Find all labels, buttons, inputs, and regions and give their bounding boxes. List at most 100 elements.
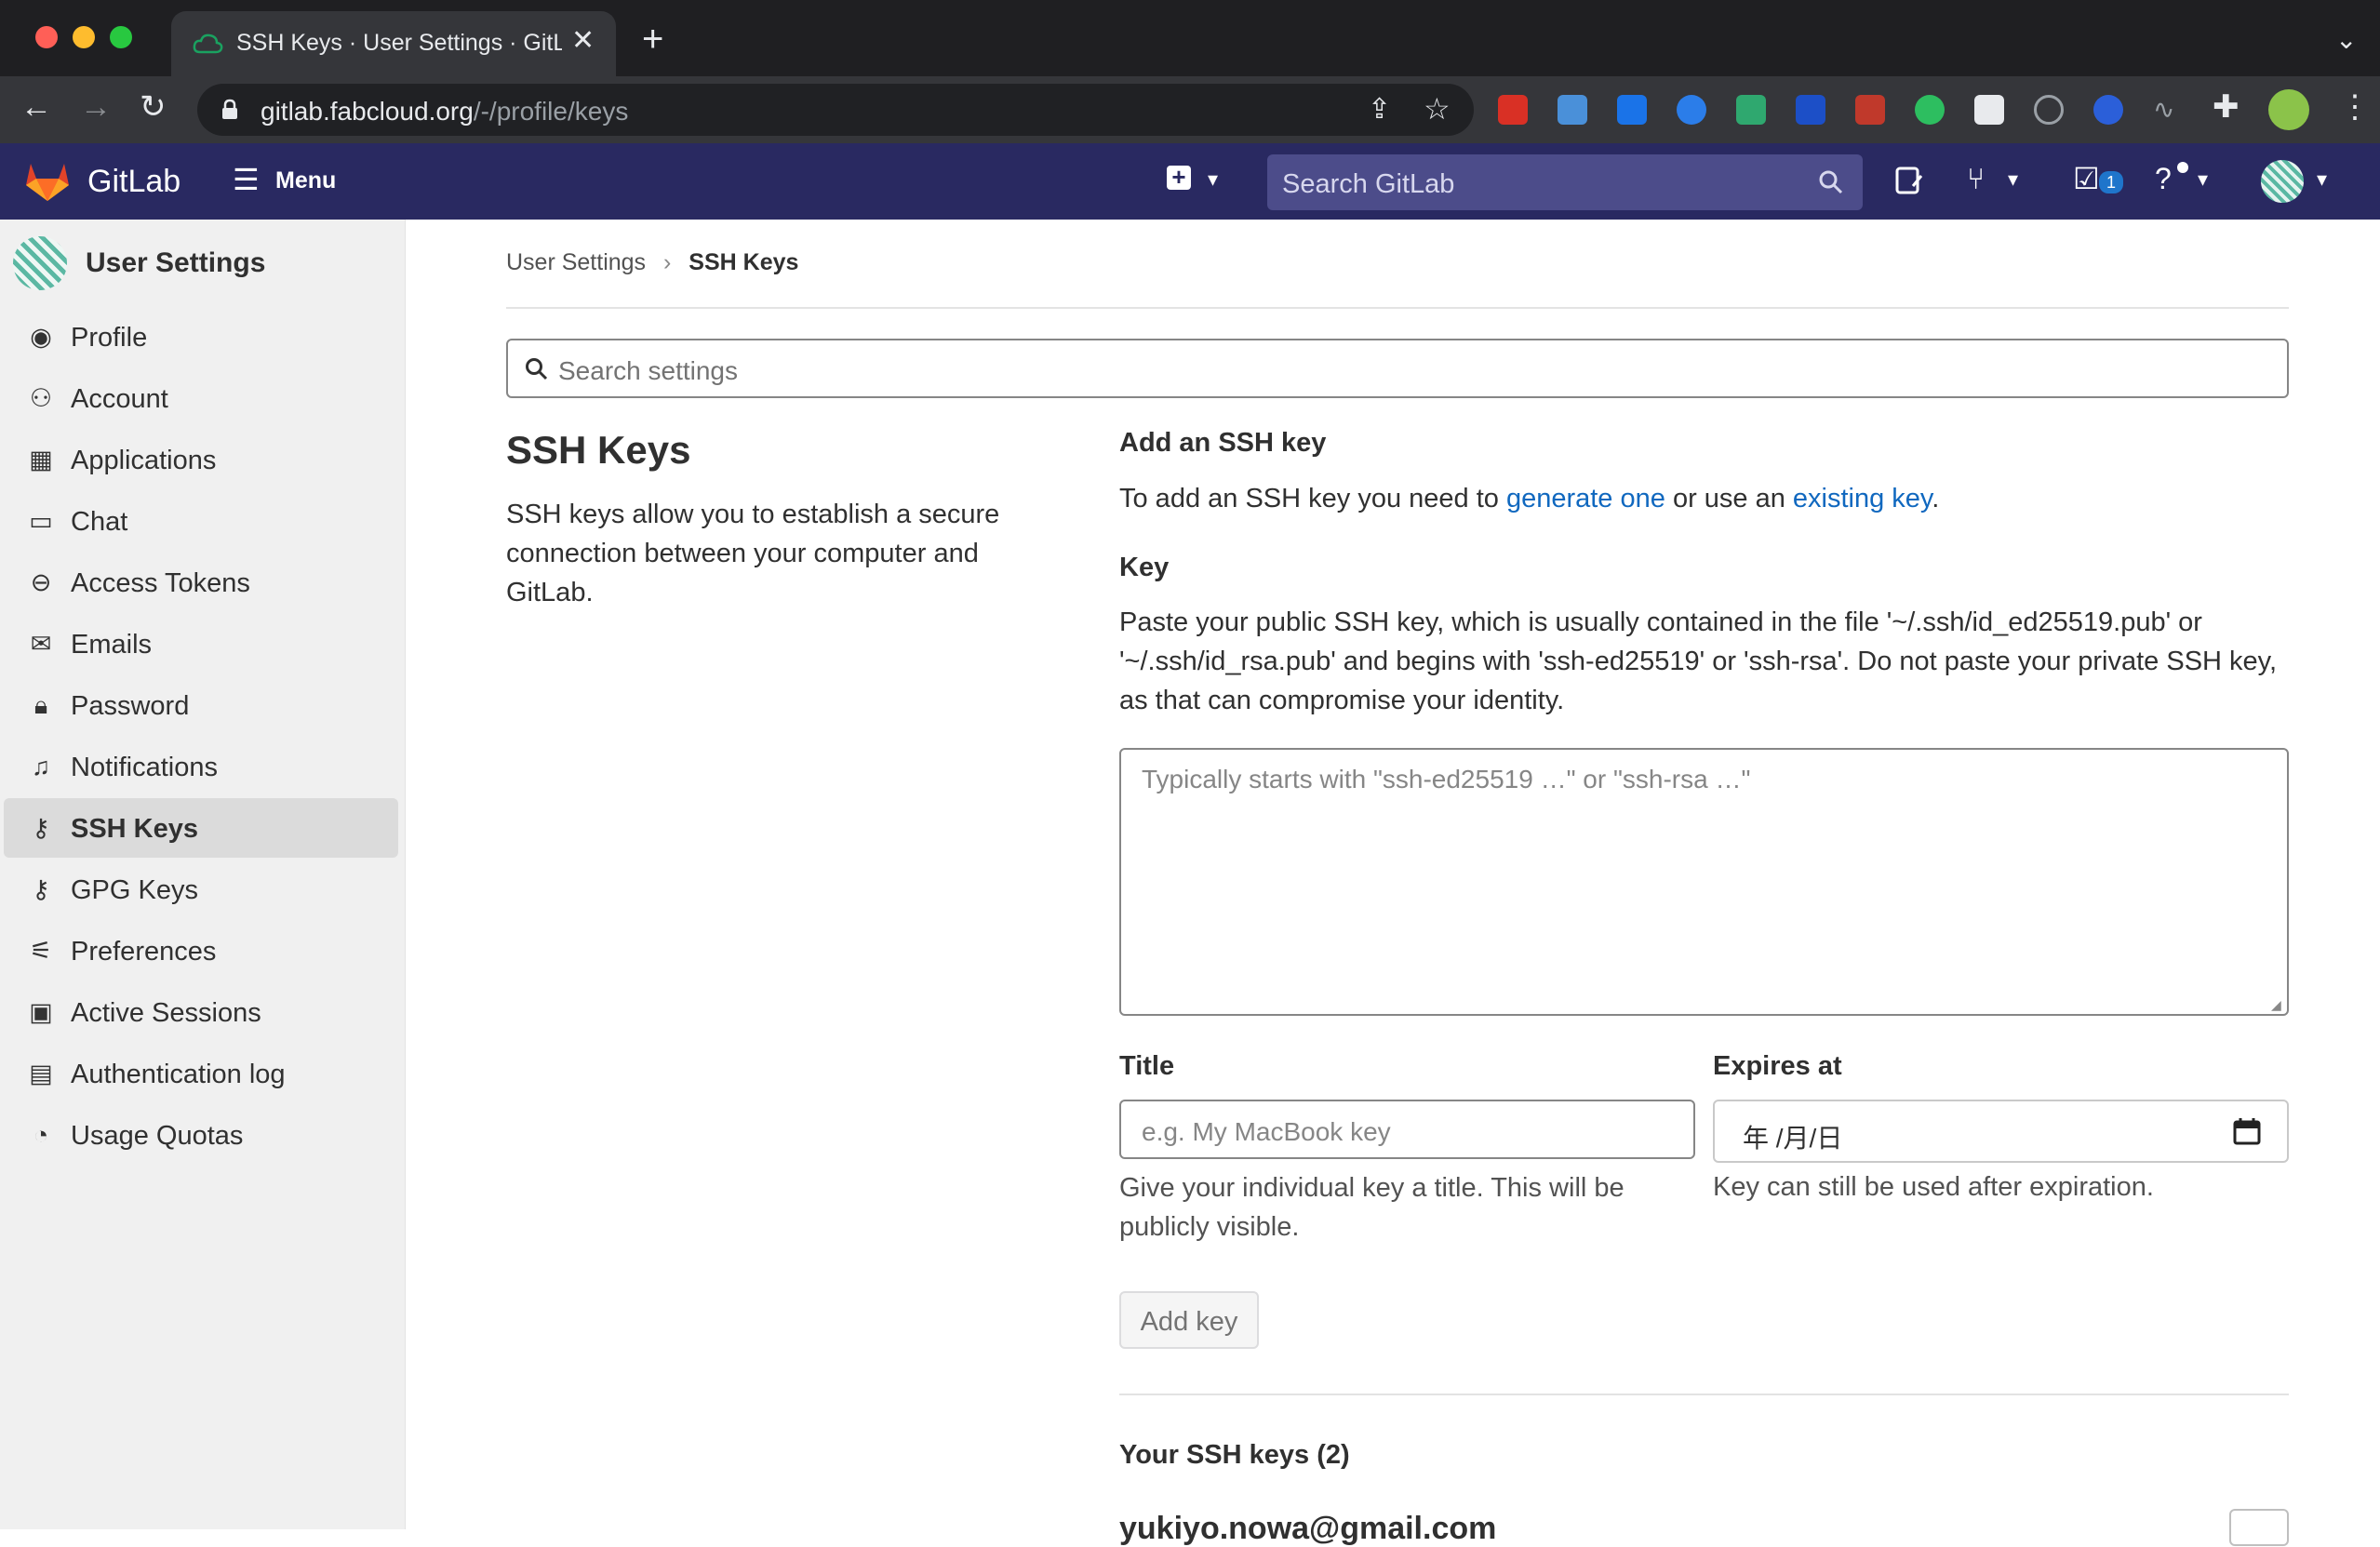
sidebar-title[interactable]: User Settings	[86, 247, 265, 279]
sidebar-item-notifications[interactable]: ♫ Notifications	[4, 737, 398, 796]
browser-tab-bar: SSH Keys · User Settings · GitLab ✕ + ⌄	[0, 0, 2380, 76]
maximize-window-button[interactable]	[110, 26, 132, 48]
help-notification-dot	[2177, 162, 2188, 173]
extension-icon[interactable]	[2034, 95, 2064, 125]
profile-avatar[interactable]	[2268, 89, 2309, 130]
breadcrumb-parent-link[interactable]: User Settings	[506, 249, 646, 275]
monitor-icon: ▣	[29, 998, 53, 1026]
sidebar-item-label: Applications	[71, 446, 217, 475]
sidebar-item-gpg-keys[interactable]: ⚷ GPG Keys	[4, 860, 398, 919]
expires-date-input[interactable]: 年 /月/日	[1713, 1100, 2289, 1163]
hamburger-icon[interactable]: ☰	[233, 162, 260, 197]
sidebar-item-label: Password	[71, 691, 190, 721]
sidebar-item-label: Preferences	[71, 937, 217, 967]
tab-favicon-icon	[193, 33, 223, 54]
close-window-button[interactable]	[35, 26, 58, 48]
applications-icon: ▦	[29, 446, 53, 473]
search-icon	[526, 358, 548, 380]
chevron-down-icon[interactable]: ▾	[2008, 169, 2018, 190]
log-icon: ▤	[29, 1060, 53, 1087]
evernote-extension-icon[interactable]	[1915, 95, 1945, 125]
bookmark-star-icon[interactable]: ☆	[1424, 91, 1451, 127]
sidebar-item-label: Emails	[71, 630, 153, 660]
sidebar-item-usage-quotas[interactable]: ◔ Usage Quotas	[4, 1105, 398, 1165]
sidebar-item-password[interactable]: 🔒︎ Password	[4, 675, 398, 735]
forward-icon[interactable]: →	[80, 91, 112, 123]
extension-icon[interactable]	[1855, 95, 1885, 125]
key-label: Key	[1119, 553, 1170, 582]
chevron-down-icon[interactable]: ▾	[1208, 169, 1218, 190]
tab-search-chevron-icon[interactable]: ⌄	[2335, 24, 2357, 55]
browser-menu-icon[interactable]: ⋮	[2339, 91, 2371, 123]
pulse-extension-icon[interactable]: ∿	[2153, 97, 2174, 123]
new-item-icon[interactable]: +	[1167, 165, 1191, 190]
issues-icon[interactable]	[1894, 166, 1924, 195]
key-textarea[interactable]: Typically starts with "ssh-ed25519 …" or…	[1119, 748, 2289, 1016]
help-icon[interactable]: ?	[2155, 164, 2172, 193]
add-key-help: To add an SSH key you need to generate o…	[1119, 484, 1939, 514]
gitlab-search-input[interactable]: Search GitLab	[1267, 154, 1863, 210]
sidebar-item-account[interactable]: ⚇ Account	[4, 368, 398, 428]
todos-icon[interactable]: ☑	[2073, 164, 2100, 193]
expires-help-text: Key can still be used after expiration.	[1713, 1172, 2154, 1202]
sidebar-item-emails[interactable]: ✉ Emails	[4, 614, 398, 673]
sidebar-item-authentication-log[interactable]: ▤ Authentication log	[4, 1044, 398, 1103]
page-title: SSH Keys	[506, 428, 691, 472]
extension-icon[interactable]	[1736, 95, 1766, 125]
merge-requests-icon[interactable]: ⑂	[1967, 164, 1985, 193]
extensions-puzzle-icon[interactable]: ✚	[2213, 91, 2240, 123]
settings-search-input[interactable]: Search settings	[506, 339, 2289, 398]
sidebar-item-label: Authentication log	[71, 1060, 286, 1089]
token-icon: ⊖	[30, 568, 52, 596]
title-placeholder: e.g. My MacBook key	[1142, 1117, 1391, 1146]
browser-tab[interactable]: SSH Keys · User Settings · GitLab ✕	[171, 11, 616, 76]
title-label: Title	[1119, 1051, 1175, 1081]
sidebar-item-ssh-keys[interactable]: ⚷ SSH Keys	[4, 798, 398, 858]
sidebar-item-label: Chat	[71, 507, 128, 537]
extension-icon[interactable]	[1796, 95, 1825, 125]
address-bar[interactable]: gitlab.fabcloud.org/-/profile/keys ⇪ ☆	[197, 84, 1474, 136]
back-icon[interactable]: ←	[20, 91, 52, 123]
menu-button[interactable]: Menu	[275, 167, 336, 194]
sidebar-item-access-tokens[interactable]: ⊖ Access Tokens	[4, 553, 398, 612]
add-key-button-label: Add key	[1140, 1307, 1238, 1337]
sidebar-item-applications[interactable]: ▦ Applications	[4, 430, 398, 489]
sidebar-item-preferences[interactable]: ⚟ Preferences	[4, 921, 398, 980]
sidebar-item-active-sessions[interactable]: ▣ Active Sessions	[4, 982, 398, 1042]
chevron-down-icon[interactable]: ▾	[2198, 169, 2208, 190]
reload-icon[interactable]: ↻	[140, 91, 167, 123]
sidebar-item-chat[interactable]: ▭ Chat	[4, 491, 398, 551]
delete-key-button[interactable]	[2229, 1509, 2289, 1546]
sidebar-item-profile[interactable]: ◉ Profile	[4, 307, 398, 367]
help-text: or use an	[1665, 484, 1793, 513]
new-tab-button[interactable]: +	[642, 20, 663, 58]
breadcrumb-current: SSH Keys	[689, 249, 799, 275]
title-help-text: Give your individual key a title. This w…	[1119, 1173, 1625, 1242]
divider	[506, 307, 2289, 309]
mail-icon: ✉	[30, 630, 52, 658]
share-icon[interactable]: ⇪	[1368, 93, 1391, 126]
search-icon	[1819, 170, 1843, 194]
gitlab-logo-icon[interactable]	[24, 160, 71, 203]
settings-sidebar: User Settings ◉ Profile ⚇ Account ▦ Applica…	[0, 220, 406, 1529]
extension-icon[interactable]	[1974, 95, 2004, 125]
extension-icon[interactable]	[1617, 95, 1647, 125]
lock-icon	[222, 99, 237, 119]
user-avatar[interactable]	[2261, 160, 2304, 203]
extension-icon[interactable]	[1558, 95, 1587, 125]
generate-one-link[interactable]: generate one	[1506, 484, 1665, 513]
existing-key-link[interactable]: existing key	[1793, 484, 1932, 513]
resize-handle-icon[interactable]: ◢	[2271, 997, 2281, 1013]
chevron-down-icon[interactable]: ▾	[2317, 169, 2327, 190]
minimize-window-button[interactable]	[73, 26, 95, 48]
add-key-button[interactable]: Add key	[1119, 1291, 1259, 1349]
gitlab-brand[interactable]: GitLab	[87, 164, 181, 200]
tab-close-icon[interactable]: ✕	[571, 24, 595, 57]
extension-icon[interactable]	[1498, 95, 1528, 125]
title-input[interactable]: e.g. My MacBook key	[1119, 1100, 1695, 1159]
extension-icon[interactable]	[1677, 95, 1706, 125]
extension-icon[interactable]	[2093, 95, 2123, 125]
account-icon: ⚇	[29, 384, 53, 412]
gitlab-header: GitLab ☰ Menu + ▾ Search GitLab ⑂ ▾ ☑ 1 …	[0, 143, 2380, 220]
calendar-icon[interactable]	[2232, 1116, 2262, 1146]
